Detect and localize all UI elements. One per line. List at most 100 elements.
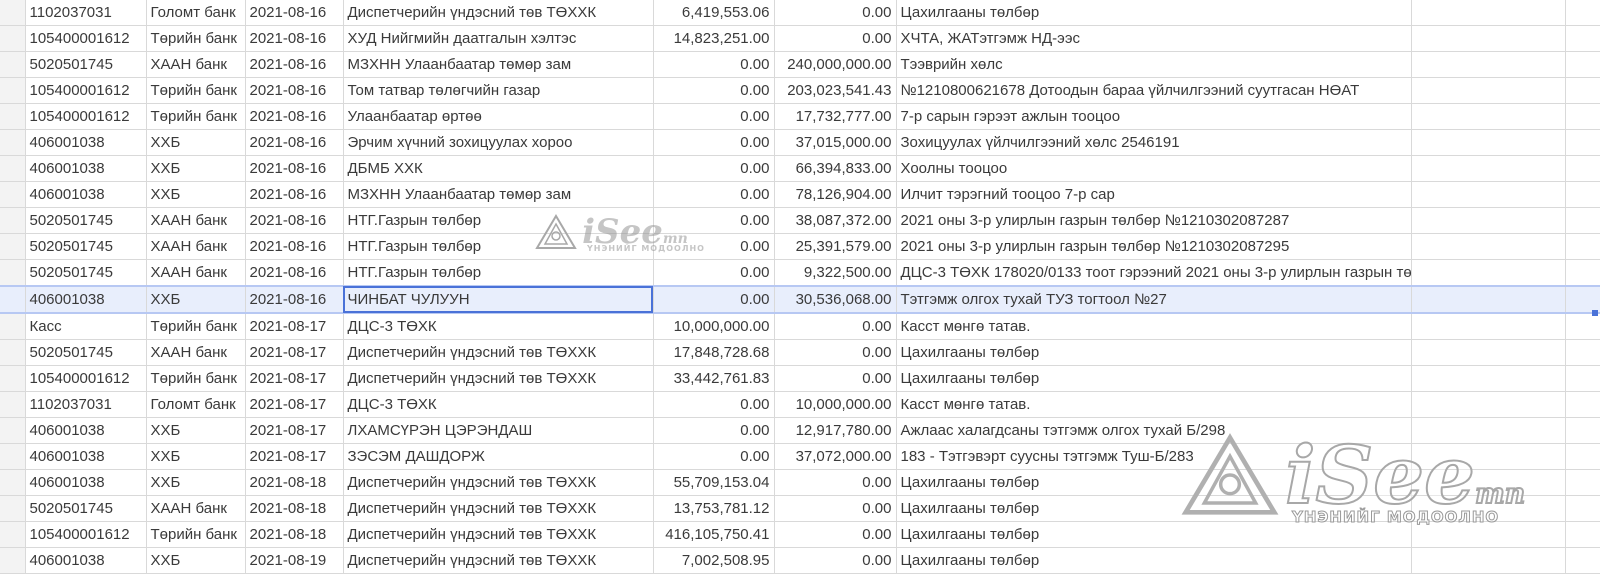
bank-cell[interactable]: ХААН банк	[145, 207, 246, 234]
debit-cell[interactable]: 0.00	[652, 285, 775, 314]
row-gutter[interactable]	[0, 155, 26, 182]
description-cell[interactable]: ДЦС-3 ТӨХК 178020/0133 тоот гэрээний 202…	[895, 259, 1412, 287]
description-cell[interactable]: Зохицуулах үйлчилгээний хөлс 2546191	[895, 129, 1412, 156]
credit-cell[interactable]: 0.00	[773, 0, 897, 26]
empty-cell[interactable]	[1564, 155, 1600, 182]
debit-cell[interactable]: 0.00	[652, 207, 775, 234]
counterparty-cell[interactable]: Диспетчерийн үндэсний төв ТӨХХК	[342, 365, 654, 392]
bank-cell[interactable]: ХХБ	[145, 181, 246, 208]
row-gutter[interactable]	[0, 129, 26, 156]
bank-cell[interactable]: Төрийн банк	[145, 103, 246, 130]
empty-cell[interactable]	[1564, 0, 1600, 26]
account-cell[interactable]: 105400001612	[24, 77, 147, 104]
bank-cell[interactable]: Төрийн банк	[145, 365, 246, 392]
counterparty-cell[interactable]: ЧИНБАТ ЧУЛУУН	[342, 285, 654, 314]
date-cell[interactable]: 2021-08-16	[244, 259, 344, 287]
description-cell[interactable]: Илчит тэрэгний тооцоо 7-р сар	[895, 181, 1412, 208]
credit-cell[interactable]: 0.00	[773, 547, 897, 574]
empty-cell[interactable]	[1564, 443, 1600, 470]
empty-cell[interactable]	[1410, 181, 1566, 208]
debit-cell[interactable]: 14,823,251.00	[652, 25, 775, 52]
date-cell[interactable]: 2021-08-17	[244, 339, 344, 366]
empty-cell[interactable]	[1564, 207, 1600, 234]
description-cell[interactable]: Цахилгааны төлбөр	[895, 339, 1412, 366]
counterparty-cell[interactable]: Эрчим хүчний зохицуулах хороо	[342, 129, 654, 156]
empty-cell[interactable]	[1410, 51, 1566, 78]
empty-cell[interactable]	[1564, 339, 1600, 366]
date-cell[interactable]: 2021-08-17	[244, 443, 344, 470]
bank-cell[interactable]: Төрийн банк	[145, 312, 246, 340]
credit-cell[interactable]: 0.00	[773, 25, 897, 52]
account-cell[interactable]: 406001038	[24, 417, 147, 444]
date-cell[interactable]: 2021-08-17	[244, 312, 344, 340]
empty-cell[interactable]	[1564, 495, 1600, 522]
bank-cell[interactable]: ХХБ	[145, 155, 246, 182]
description-cell[interactable]: Цахилгааны төлбөр	[895, 547, 1412, 574]
account-cell[interactable]: 406001038	[24, 469, 147, 496]
empty-cell[interactable]	[1564, 259, 1600, 287]
row-gutter[interactable]	[0, 391, 26, 418]
debit-cell[interactable]: 0.00	[652, 77, 775, 104]
counterparty-cell[interactable]: Диспетчерийн үндэсний төв ТӨХХК	[342, 339, 654, 366]
fill-handle[interactable]	[1592, 310, 1598, 316]
credit-cell[interactable]: 66,394,833.00	[773, 155, 897, 182]
date-cell[interactable]: 2021-08-17	[244, 365, 344, 392]
row-gutter[interactable]	[0, 495, 26, 522]
empty-cell[interactable]	[1410, 77, 1566, 104]
account-cell[interactable]: 105400001612	[24, 521, 147, 548]
debit-cell[interactable]: 17,848,728.68	[652, 339, 775, 366]
credit-cell[interactable]: 38,087,372.00	[773, 207, 897, 234]
credit-cell[interactable]: 0.00	[773, 469, 897, 496]
row-gutter[interactable]	[0, 51, 26, 78]
date-cell[interactable]: 2021-08-18	[244, 469, 344, 496]
empty-cell[interactable]	[1410, 103, 1566, 130]
empty-cell[interactable]	[1410, 339, 1566, 366]
empty-cell[interactable]	[1410, 155, 1566, 182]
empty-cell[interactable]	[1564, 25, 1600, 52]
bank-cell[interactable]: ХХБ	[145, 469, 246, 496]
empty-cell[interactable]	[1410, 312, 1566, 340]
credit-cell[interactable]: 10,000,000.00	[773, 391, 897, 418]
bank-cell[interactable]: Төрийн банк	[145, 521, 246, 548]
counterparty-cell[interactable]: МЗХНН Улаанбаатар төмөр зам	[342, 51, 654, 78]
date-cell[interactable]: 2021-08-17	[244, 417, 344, 444]
description-cell[interactable]: Цахилгааны төлбөр	[895, 0, 1412, 26]
account-cell[interactable]: 406001038	[24, 129, 147, 156]
description-cell[interactable]: Хоолны тооцоо	[895, 155, 1412, 182]
debit-cell[interactable]: 55,709,153.04	[652, 469, 775, 496]
row-gutter[interactable]	[0, 0, 26, 26]
debit-cell[interactable]: 0.00	[652, 259, 775, 287]
account-cell[interactable]: 105400001612	[24, 103, 147, 130]
row-gutter[interactable]	[0, 365, 26, 392]
account-cell[interactable]: 406001038	[24, 181, 147, 208]
date-cell[interactable]: 2021-08-19	[244, 547, 344, 574]
empty-cell[interactable]	[1564, 103, 1600, 130]
bank-cell[interactable]: ХААН банк	[145, 259, 246, 287]
empty-cell[interactable]	[1410, 521, 1566, 548]
account-cell[interactable]: 1102037031	[24, 391, 147, 418]
credit-cell[interactable]: 37,072,000.00	[773, 443, 897, 470]
counterparty-cell[interactable]: Диспетчерийн үндэсний төв ТӨХХК	[342, 495, 654, 522]
date-cell[interactable]: 2021-08-17	[244, 391, 344, 418]
empty-cell[interactable]	[1564, 129, 1600, 156]
empty-cell[interactable]	[1564, 181, 1600, 208]
debit-cell[interactable]: 0.00	[652, 129, 775, 156]
credit-cell[interactable]: 12,917,780.00	[773, 417, 897, 444]
bank-cell[interactable]: Төрийн банк	[145, 77, 246, 104]
bank-cell[interactable]: ХХБ	[145, 547, 246, 574]
row-gutter[interactable]	[0, 259, 26, 287]
counterparty-cell[interactable]: ЗЭСЭМ ДАШДОРЖ	[342, 443, 654, 470]
credit-cell[interactable]: 78,126,904.00	[773, 181, 897, 208]
description-cell[interactable]: 7-р сарын гэрээт ажлын тооцоо	[895, 103, 1412, 130]
empty-cell[interactable]	[1410, 285, 1566, 314]
debit-cell[interactable]: 0.00	[652, 181, 775, 208]
date-cell[interactable]: 2021-08-16	[244, 233, 344, 260]
date-cell[interactable]: 2021-08-16	[244, 25, 344, 52]
empty-cell[interactable]	[1410, 259, 1566, 287]
debit-cell[interactable]: 33,442,761.83	[652, 365, 775, 392]
description-cell[interactable]: Цахилгааны төлбөр	[895, 521, 1412, 548]
credit-cell[interactable]: 0.00	[773, 312, 897, 340]
account-cell[interactable]: 5020501745	[24, 207, 147, 234]
empty-cell[interactable]	[1564, 417, 1600, 444]
account-cell[interactable]: Касс	[24, 312, 147, 340]
